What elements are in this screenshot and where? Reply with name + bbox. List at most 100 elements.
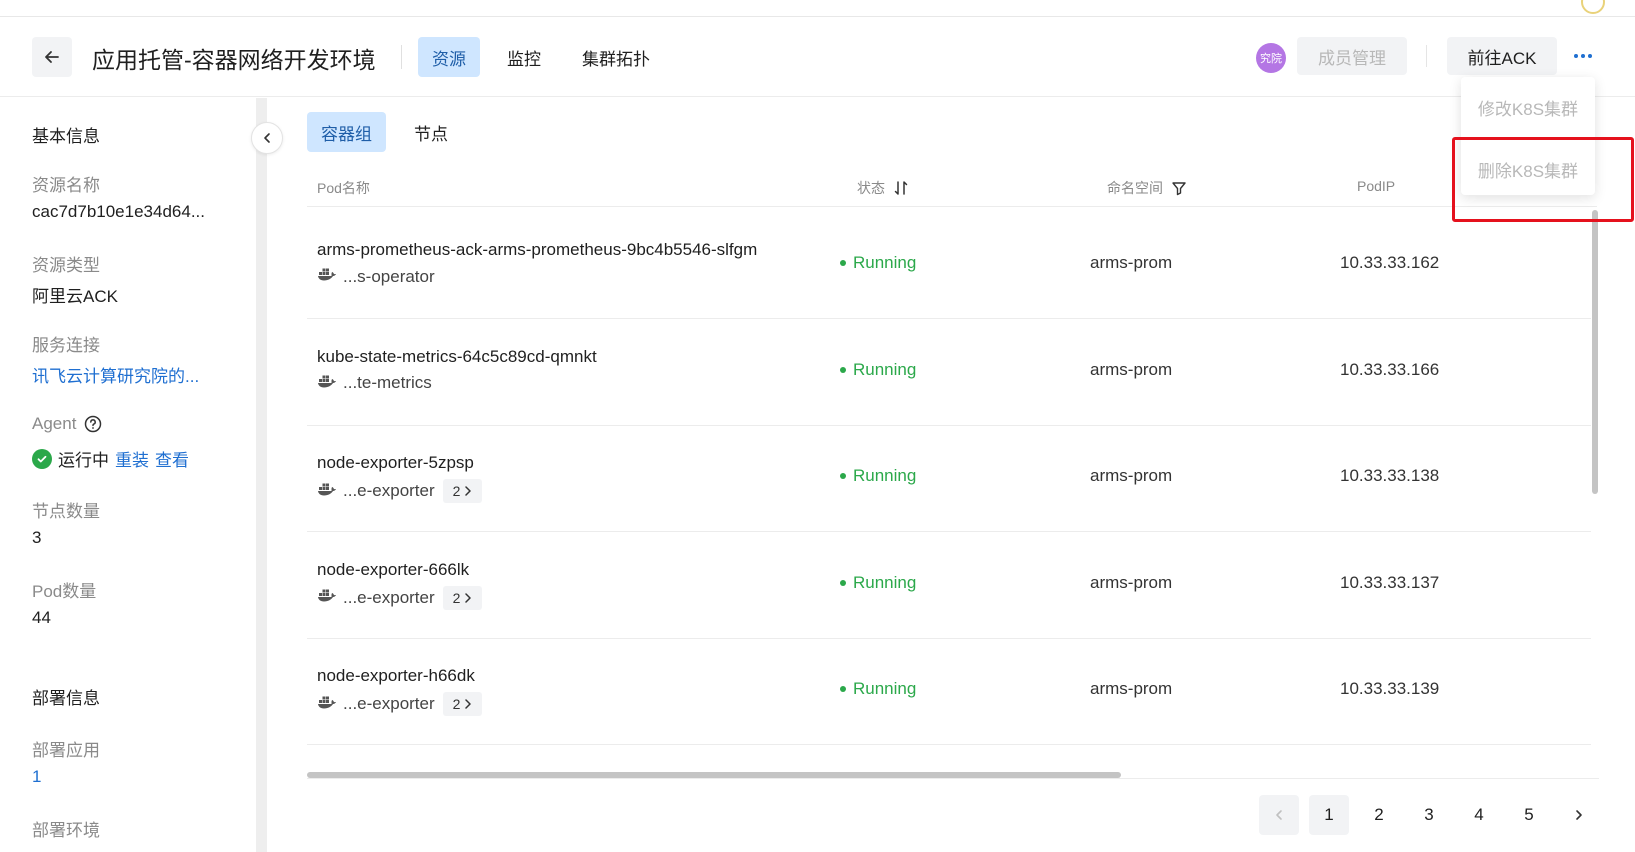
status-dot-icon bbox=[840, 260, 846, 266]
pod-ip: 10.33.33.137 bbox=[1340, 572, 1440, 592]
pod-container-info: ...s-operator bbox=[317, 266, 435, 287]
sidebar-scrollbar[interactable] bbox=[256, 98, 267, 852]
container-count: 2 bbox=[452, 696, 461, 712]
container-count: 2 bbox=[452, 483, 461, 499]
resource-type-value: 阿里云ACK bbox=[32, 287, 118, 306]
tab-monitoring[interactable]: 监控 bbox=[493, 37, 555, 77]
table-header-divider bbox=[307, 206, 1597, 207]
section-deploy-info: 部署信息 bbox=[32, 689, 100, 708]
agent-label: Agent bbox=[32, 414, 77, 433]
member-management-button[interactable]: 成员管理 bbox=[1297, 37, 1407, 75]
column-header-pod-name: Pod名称 bbox=[317, 178, 370, 198]
container-name: ...e-exporter bbox=[343, 481, 435, 500]
service-connection-label: 服务连接 bbox=[32, 336, 100, 355]
highlight-annotation bbox=[1452, 137, 1634, 222]
docker-icon bbox=[317, 373, 337, 394]
page-button[interactable]: 1 bbox=[1309, 795, 1349, 835]
pod-count-value: 44 bbox=[32, 608, 51, 627]
status-dot-icon bbox=[840, 473, 846, 479]
table-row[interactable]: node-exporter-5zpsp ...e-exporter 2 Running… bbox=[307, 421, 1597, 532]
column-label: 状态 bbox=[857, 180, 885, 196]
tab-resources[interactable]: 资源 bbox=[418, 37, 480, 77]
next-page-button[interactable] bbox=[1559, 795, 1599, 835]
column-label: 命名空间 bbox=[1107, 180, 1163, 196]
table-bottom-divider bbox=[307, 778, 1599, 779]
pod-name[interactable]: node-exporter-666lk bbox=[317, 560, 469, 580]
column-header-status: 状态 bbox=[857, 178, 909, 198]
filter-icon[interactable] bbox=[1171, 180, 1187, 196]
chevron-right-icon bbox=[465, 592, 472, 603]
pod-container-info: ...e-exporter 2 bbox=[317, 692, 483, 716]
table-row[interactable]: node-exporter-h66dk ...e-exporter 2 Running… bbox=[307, 634, 1597, 745]
pod-status: Running bbox=[840, 573, 916, 593]
pod-count-label: Pod数量 bbox=[32, 582, 97, 601]
pod-ip: 10.33.33.138 bbox=[1340, 466, 1440, 485]
table-row[interactable]: arms-prometheus-ack-arms-prometheus-9bc4… bbox=[307, 208, 1597, 319]
resource-type-label: 资源类型 bbox=[32, 256, 100, 275]
agent-status: 运行中 bbox=[58, 451, 109, 470]
agent-view-link[interactable]: 查看 bbox=[155, 446, 189, 471]
chevron-left-icon bbox=[264, 133, 270, 143]
collapse-sidebar-button[interactable] bbox=[251, 122, 283, 154]
page-button[interactable]: 2 bbox=[1359, 795, 1399, 835]
pod-namespace: arms-prom bbox=[1090, 572, 1173, 592]
pod-name[interactable]: node-exporter-5zpsp bbox=[317, 453, 474, 473]
table-vertical-scroll-thumb[interactable] bbox=[1592, 210, 1598, 494]
container-name: ...s-operator bbox=[343, 266, 435, 286]
table-row[interactable]: kube-state-metrics-64c5c89cd-qmnkt ...te-… bbox=[307, 315, 1597, 426]
org-avatar: 究院 bbox=[1256, 43, 1286, 73]
pod-status: Running bbox=[840, 360, 916, 380]
container-count-badge[interactable]: 2 bbox=[442, 479, 483, 503]
column-header-pod-ip: PodIP bbox=[1357, 178, 1395, 194]
deploy-apps-value[interactable]: 1 bbox=[32, 767, 41, 787]
tab-pods[interactable]: 容器组 bbox=[307, 112, 386, 152]
more-icon bbox=[1574, 54, 1592, 58]
pod-namespace: arms-prom bbox=[1090, 466, 1173, 485]
page-button[interactable]: 3 bbox=[1409, 795, 1449, 835]
arrow-left-icon bbox=[45, 51, 59, 63]
page-header: 应用托管-容器网络开发环境 资源 监控 集群拓扑 究院 成员管理 前往ACK bbox=[0, 17, 1635, 97]
pod-namespace: arms-prom bbox=[1090, 359, 1173, 379]
table-row[interactable]: node-exporter-666lk ...e-exporter 2 Running… bbox=[307, 528, 1597, 639]
agent-status-row: 运行中 重装 查看 bbox=[32, 446, 189, 471]
check-circle-icon bbox=[32, 448, 52, 469]
status-dot-icon bbox=[840, 366, 846, 373]
agent-reinstall-link[interactable]: 重装 bbox=[115, 446, 149, 471]
container-count-badge[interactable]: 2 bbox=[442, 585, 483, 610]
service-connection-link[interactable]: 讯飞云计算研究院的... bbox=[32, 362, 199, 387]
column-header-namespace: 命名空间 bbox=[1107, 178, 1187, 198]
table-horizontal-scroll-thumb[interactable] bbox=[307, 772, 1121, 778]
docker-icon bbox=[317, 587, 337, 608]
pod-status: Running bbox=[840, 679, 916, 699]
prev-page-button[interactable] bbox=[1259, 795, 1299, 835]
status-text: Running bbox=[853, 679, 917, 698]
pod-container-info: ...te-metrics bbox=[317, 373, 432, 394]
pod-namespace: arms-prom bbox=[1090, 679, 1173, 698]
help-icon[interactable] bbox=[84, 415, 102, 433]
pod-name[interactable]: node-exporter-h66dk bbox=[317, 666, 475, 686]
status-text: Running bbox=[853, 572, 917, 592]
menu-item-edit-k8s-cluster[interactable]: 修改K8S集群 bbox=[1461, 83, 1595, 131]
pod-status: Running bbox=[840, 253, 916, 273]
pod-ip: 10.33.33.162 bbox=[1340, 253, 1440, 272]
chevron-left-icon bbox=[1276, 810, 1282, 820]
back-button[interactable] bbox=[32, 37, 72, 77]
pod-ip: 10.33.33.166 bbox=[1340, 359, 1440, 379]
container-count-badge[interactable]: 2 bbox=[442, 692, 483, 716]
tab-cluster-topology[interactable]: 集群拓扑 bbox=[568, 37, 664, 77]
go-to-ack-button[interactable]: 前往ACK bbox=[1447, 37, 1557, 75]
pod-name[interactable]: kube-state-metrics-64c5c89cd-qmnkt bbox=[317, 347, 597, 367]
deploy-apps-label: 部署应用 bbox=[32, 741, 100, 760]
pod-namespace: arms-prom bbox=[1090, 253, 1173, 272]
page-button[interactable]: 4 bbox=[1459, 795, 1499, 835]
sort-icon[interactable] bbox=[893, 180, 909, 196]
docker-icon bbox=[317, 266, 337, 287]
tab-nodes[interactable]: 节点 bbox=[400, 112, 462, 152]
page-button[interactable]: 5 bbox=[1509, 795, 1549, 835]
chevron-right-icon bbox=[465, 699, 472, 709]
chevron-right-icon bbox=[465, 486, 472, 496]
pod-name[interactable]: arms-prometheus-ack-arms-prometheus-9bc4… bbox=[317, 240, 757, 260]
more-options-button[interactable] bbox=[1568, 41, 1598, 71]
pod-status: Running bbox=[840, 466, 916, 486]
column-label: Pod名称 bbox=[317, 180, 370, 196]
